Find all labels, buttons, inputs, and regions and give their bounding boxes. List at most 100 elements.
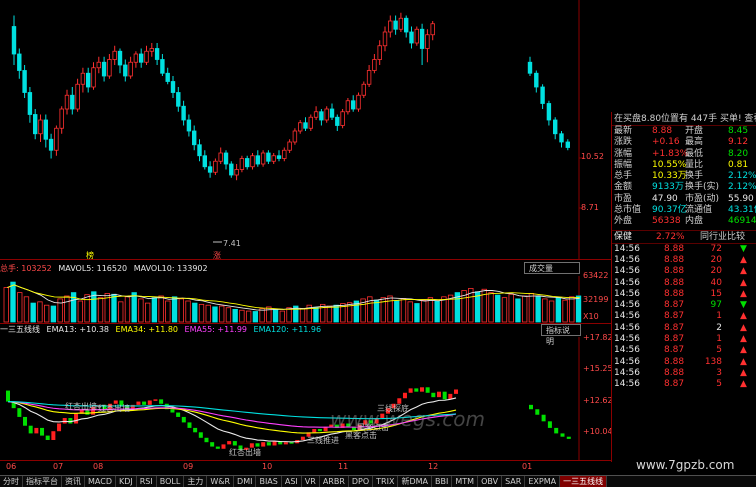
indicator-bar: [442, 391, 447, 400]
quote-label: 总手: [614, 171, 633, 182]
candle-body: [430, 23, 435, 36]
indicator-tab[interactable]: TRIX: [373, 476, 399, 487]
tick-row[interactable]: 14:56 8.88 20 ▲: [612, 266, 756, 277]
indicator-bar: [147, 400, 152, 405]
tick-row[interactable]: 14:56 8.88 3 ▲: [612, 368, 756, 379]
tick-row[interactable]: 14:56 8.88 20 ▲: [612, 255, 756, 266]
candle-body: [308, 116, 313, 129]
volume-tab-button[interactable]: 成交量: [524, 262, 580, 274]
quote-value: 10.33万: [652, 171, 687, 182]
candle-body: [70, 94, 75, 110]
quote-row: 金额 9133万 换手(实) 2.12%: [612, 182, 756, 193]
indicator-bar: [40, 427, 45, 436]
tick-row[interactable]: 14:56 8.87 5 ▲: [612, 345, 756, 356]
indicator-bar: [232, 441, 237, 446]
indicator-tab[interactable]: MACD: [85, 476, 116, 487]
indicator-bar: [68, 418, 73, 424]
volume-bar: [286, 307, 292, 323]
indicator-tab[interactable]: MTM: [452, 476, 479, 487]
quote-row: 总市值 90.37亿流通值 43.31亿: [612, 205, 756, 216]
quote-value: 90.37亿: [652, 205, 687, 216]
indicator-tab[interactable]: SAR: [502, 476, 526, 487]
tick-row[interactable]: 14:56 8.87 1 ▲: [612, 311, 756, 322]
candle-body: [191, 130, 197, 146]
indicator-tab[interactable]: 指标平台: [23, 476, 62, 487]
tick-row[interactable]: 14:56 8.87 1 ▲: [612, 334, 756, 345]
indicator-tab[interactable]: ARBR: [320, 476, 349, 487]
indicator-tab[interactable]: 分时: [0, 476, 23, 487]
indicator-help-button[interactable]: 指标说明: [541, 324, 581, 346]
candle-body: [38, 119, 43, 135]
candle-body: [403, 17, 409, 33]
indicator-tab[interactable]: RSI: [137, 476, 157, 487]
tick-row[interactable]: 14:56 8.88 15 ▲: [612, 289, 756, 300]
indicator-ema-chart[interactable]: [0, 337, 611, 461]
tick-list[interactable]: 14:56 8.88 72 ▼ 14:56 8.88 20 ▲ 14:56 8.88 20 ▲ 14:5…: [612, 242, 756, 391]
volume-bar: [245, 310, 252, 323]
indicator-tab[interactable]: OBV: [478, 476, 503, 487]
tick-volume: 5: [716, 345, 722, 356]
volume-bar: [84, 294, 90, 323]
candle-body: [340, 111, 345, 126]
order-alert-header[interactable]: 在买盘8.80位置有 447手 买单! 查看详细: [612, 112, 756, 126]
quote-label: 涨跌: [614, 137, 633, 148]
price-candlestick-chart[interactable]: [0, 0, 611, 260]
candle-body: [255, 155, 260, 165]
candle-body: [138, 53, 144, 63]
volume-bar: [97, 297, 104, 323]
sector-compare-button[interactable]: 同行业比较: [700, 231, 745, 244]
indicator-bar: [204, 437, 209, 443]
sector-change: 2.72%: [656, 231, 685, 242]
indicator-tab[interactable]: BBI: [432, 476, 453, 487]
tick-price: 8.87: [664, 345, 685, 356]
tick-direction-icon: ▼: [740, 300, 747, 311]
indicator-signal-label: 红杏出墙: [229, 448, 261, 457]
candle-body: [54, 127, 59, 151]
volume-bar: [542, 298, 548, 323]
indicator-tab-bar: 分时 指标平台 资讯 MACD KDJ RSI BOLL 主力 W&R DMI BIAS ASI VR A…: [0, 475, 756, 487]
tick-row[interactable]: 14:56 8.87 97 ▼: [612, 300, 756, 311]
tick-row[interactable]: 14:56 8.87 5 ▲: [612, 379, 756, 390]
indicator-tab[interactable]: VR: [302, 476, 320, 487]
tick-row[interactable]: 14:56 8.88 40 ▲: [612, 278, 756, 289]
indicator-tab[interactable]: KDJ: [116, 476, 137, 487]
indicator-tab[interactable]: BOLL: [157, 476, 185, 487]
candle-body: [419, 28, 425, 49]
tick-direction-icon: ▲: [740, 334, 747, 345]
volume-bar: [219, 305, 225, 323]
indicator-tab[interactable]: BIAS: [256, 476, 282, 487]
volume-bar: [488, 292, 494, 323]
candle-body: [123, 64, 128, 77]
candle-body: [59, 108, 64, 129]
tick-row[interactable]: 14:56 8.87 2 ▲: [612, 323, 756, 334]
volume-bar: [151, 297, 158, 323]
quote-row: 最新 8.88 开盘 8.45: [612, 126, 756, 137]
indicator-ema34: EMA34: +11.80: [115, 325, 178, 334]
indicator-tab[interactable]: W&R: [207, 476, 235, 487]
candle-body: [527, 61, 533, 74]
indicator-tab[interactable]: DMI: [234, 476, 257, 487]
candle-body: [282, 149, 287, 159]
candle-body: [144, 50, 149, 63]
tick-row[interactable]: 14:56 8.88 72 ▼: [612, 244, 756, 255]
indicator-ema120: EMA120: +11.96: [253, 325, 322, 334]
indicator-tab[interactable]: 新DMA: [398, 476, 433, 487]
indicator-tab[interactable]: DPO: [349, 476, 374, 487]
indicator-tab[interactable]: 一三五线线: [560, 476, 608, 487]
volume-bar: [10, 281, 16, 323]
indicator-tab[interactable]: ASI: [282, 476, 302, 487]
indicator-tab[interactable]: EXPMA: [525, 476, 561, 487]
tick-volume: 3: [716, 367, 722, 378]
candle-body: [223, 152, 229, 165]
volume-mavol10: MAVOL10: 133902: [133, 264, 208, 273]
indicator-bar: [181, 416, 186, 423]
volume-bar-chart[interactable]: [0, 276, 611, 324]
volume-y-label-mid: 32199: [583, 295, 609, 304]
candle-body: [154, 48, 160, 60]
indicator-tab[interactable]: 主力: [184, 476, 208, 487]
volume-bar: [515, 298, 521, 323]
tick-row[interactable]: 14:56 8.88 138 ▲: [612, 357, 756, 368]
candle-body: [319, 111, 324, 121]
indicator-tab[interactable]: 资讯: [62, 476, 85, 487]
indicator-bar: [266, 442, 271, 446]
